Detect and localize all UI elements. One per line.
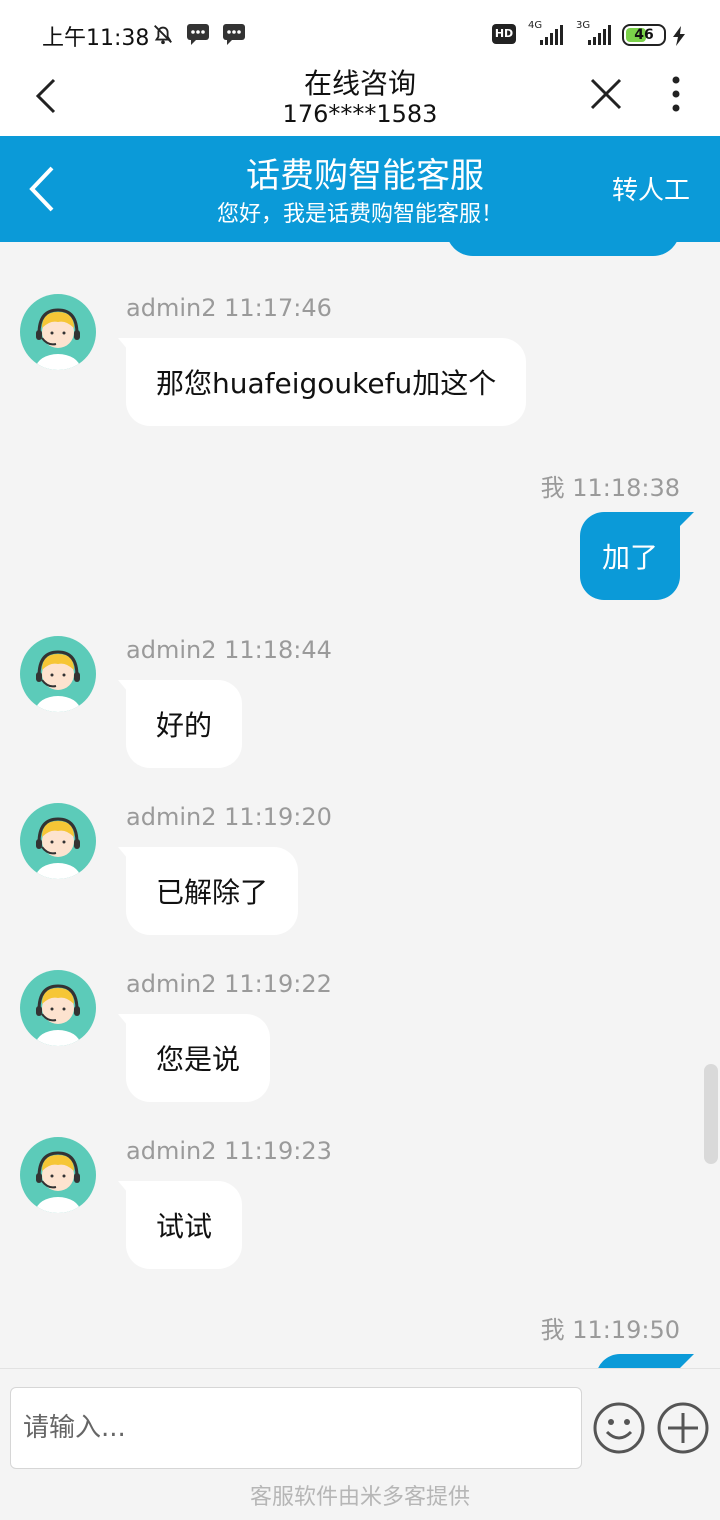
message-icon-2 xyxy=(223,24,245,45)
message-bubble: 您是说 xyxy=(117,1014,271,1102)
close-button[interactable] xyxy=(582,70,630,120)
message-sender: admin2 11:18:44 xyxy=(126,636,332,664)
battery-level: 46 xyxy=(634,27,654,43)
agent-avatar xyxy=(20,636,96,712)
message-input-box[interactable] xyxy=(10,1387,582,1469)
bell-muted-icon xyxy=(154,25,172,45)
hd-badge: HD xyxy=(492,24,516,44)
message-bubble: 好的 xyxy=(117,680,243,768)
agent-avatar-icon xyxy=(36,308,80,370)
input-bar: 客服软件由米多客提供 xyxy=(0,1368,720,1520)
agent-avatar-icon xyxy=(36,984,80,1046)
chat-area[interactable]: admin2 11:17:46 那您huafeigoukefu加这个 我 11:… xyxy=(0,242,720,1368)
message-sender: admin2 11:19:20 xyxy=(126,803,332,831)
scrollbar[interactable] xyxy=(704,1064,718,1164)
agent-avatar xyxy=(20,803,96,879)
emoji-button[interactable] xyxy=(592,1401,646,1455)
message-icon xyxy=(187,24,209,45)
agent-avatar-icon xyxy=(36,650,80,712)
agent-avatar xyxy=(20,970,96,1046)
previous-message-bubble xyxy=(446,242,680,256)
message-sender: admin2 11:19:22 xyxy=(126,970,332,998)
message-sender: 我 11:19:50 xyxy=(540,1316,680,1344)
charging-icon xyxy=(673,26,685,46)
agent-avatar-icon xyxy=(36,1151,80,1213)
signal-4g-icon xyxy=(540,25,563,45)
message-bubble xyxy=(596,1354,694,1368)
message-bubble: 加了 xyxy=(579,512,695,600)
agent-avatar-icon xyxy=(36,817,80,879)
agent-avatar xyxy=(20,294,96,370)
message-bubble: 那您huafeigoukefu加这个 xyxy=(117,338,527,426)
more-options-button[interactable] xyxy=(652,70,700,120)
message-bubble: 已解除了 xyxy=(117,847,299,935)
status-time: 上午11:38 xyxy=(42,26,150,51)
add-attachment-button[interactable] xyxy=(656,1401,710,1455)
transfer-to-human-button[interactable]: 转人工 xyxy=(612,170,690,207)
signal-3g-icon xyxy=(588,25,611,45)
footer-credit: 客服软件由米多客提供 xyxy=(249,1485,470,1510)
chat-header: 话费购智能客服 您好，我是话费购智能客服！ 转人工 xyxy=(0,136,720,242)
message-sender: 我 11:18:38 xyxy=(540,474,680,502)
battery-icon: 46 xyxy=(622,24,666,46)
message-input[interactable] xyxy=(11,1388,581,1468)
app-top-bar: 在线咨询 176****1583 xyxy=(0,58,720,136)
message-sender: admin2 11:19:23 xyxy=(126,1137,332,1165)
message-sender: admin2 11:17:46 xyxy=(126,294,332,322)
message-bubble: 试试 xyxy=(117,1181,243,1269)
agent-avatar xyxy=(20,1137,96,1213)
